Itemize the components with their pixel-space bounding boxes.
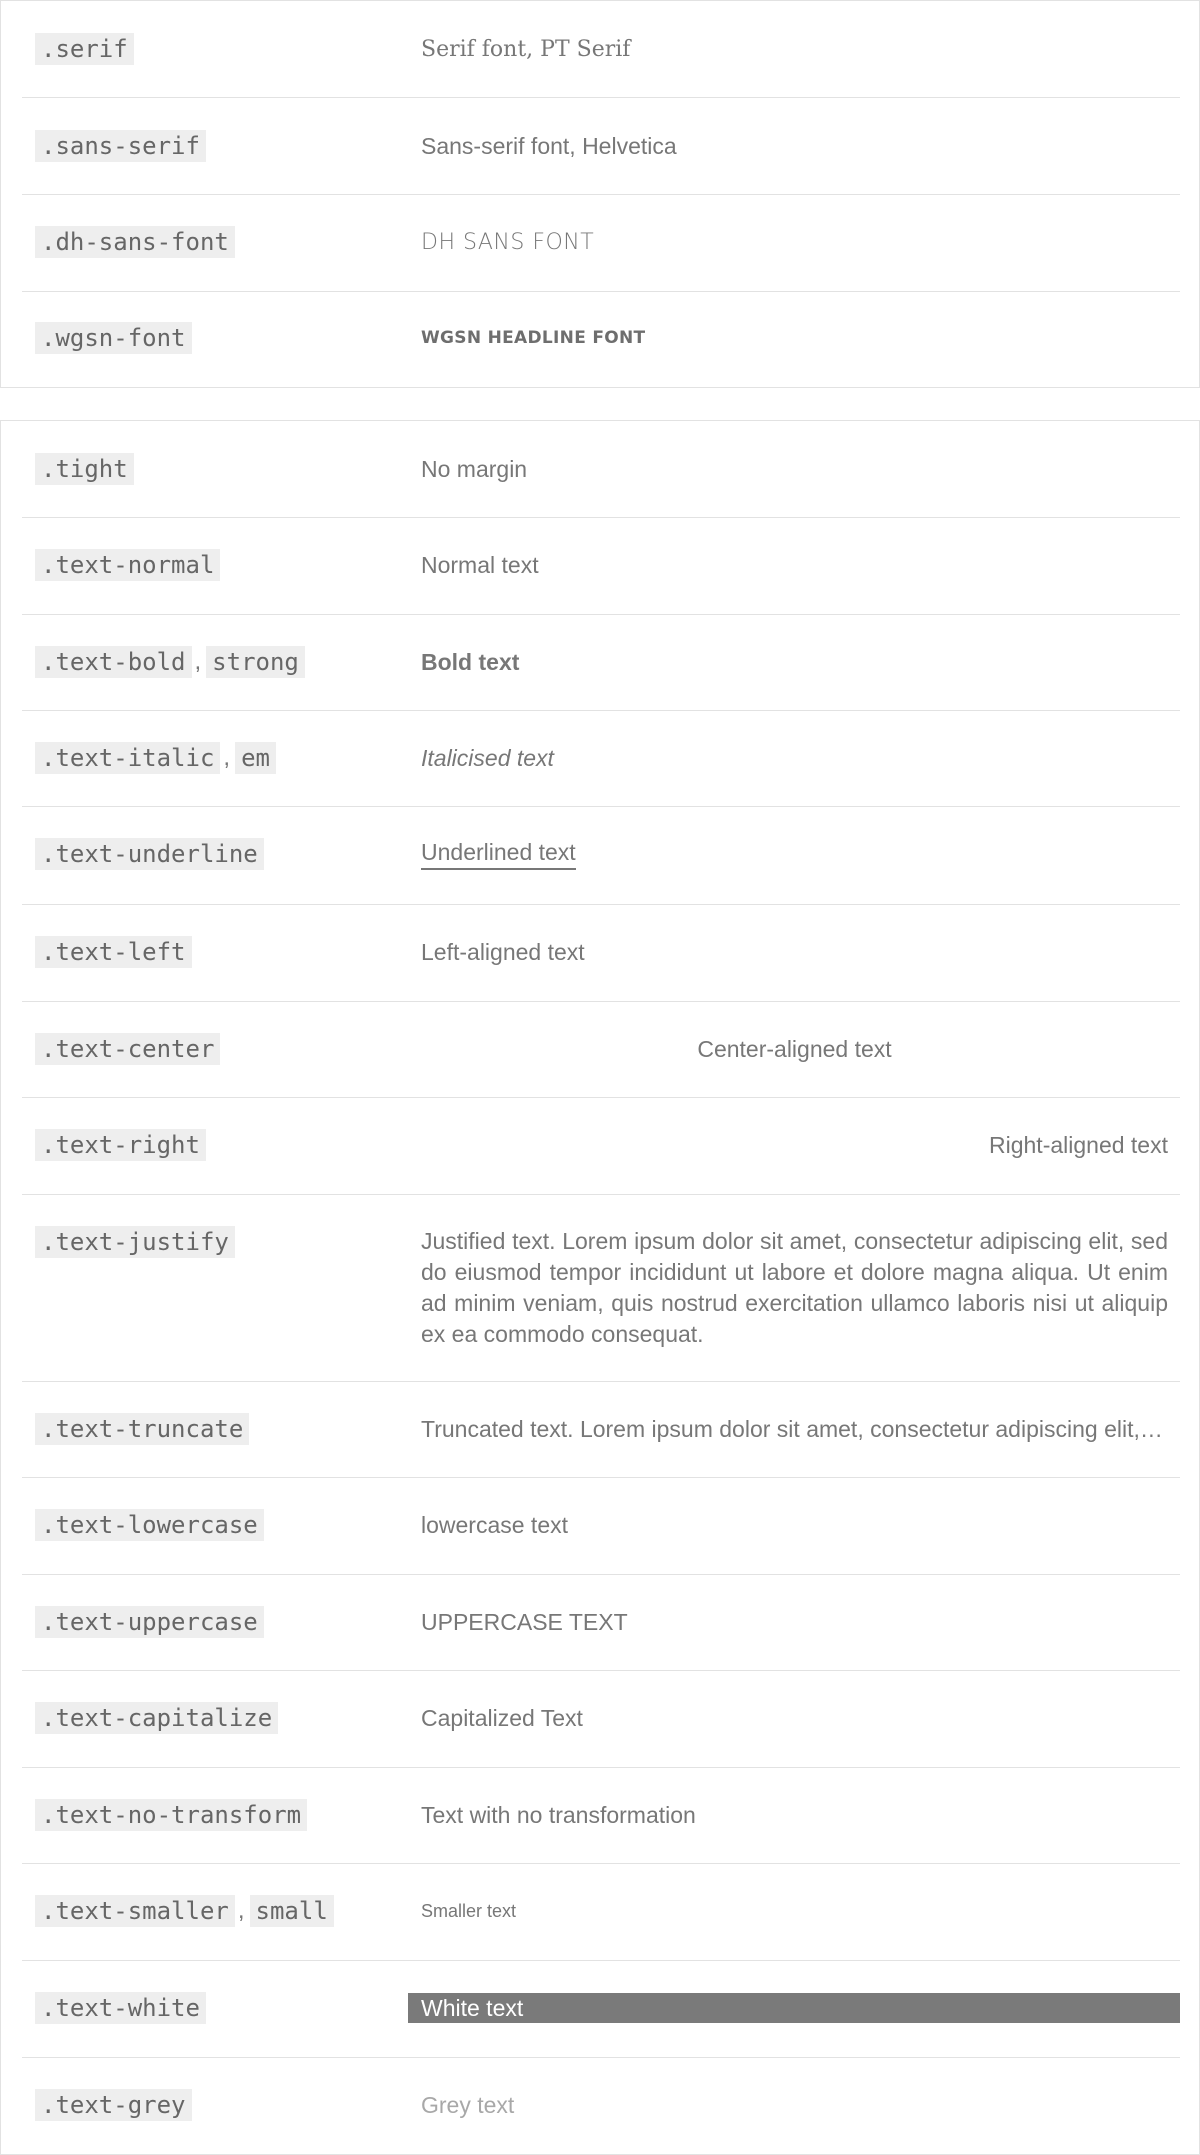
demo-text: Justified text. Lorem ipsum dolor sit am… xyxy=(421,1228,1168,1347)
class-name: .text-center xyxy=(35,1033,221,1065)
utility-row-text-justify: .text-justify Justified text. Lorem ipsu… xyxy=(22,1194,1180,1381)
class-name: .text-justify xyxy=(35,1226,235,1258)
separator: , xyxy=(223,744,231,771)
class-name: .text-no-transform xyxy=(35,1799,308,1831)
class-name: .text-capitalize xyxy=(35,1702,279,1734)
demo-text: Truncated text. Lorem ipsum dolor sit am… xyxy=(421,1415,1168,1442)
demo-text: Bold text xyxy=(421,648,520,675)
demo-text: Underlined text xyxy=(421,839,576,870)
class-name: .sans-serif xyxy=(35,130,206,162)
tag-name: strong xyxy=(206,646,305,678)
class-name: .text-truncate xyxy=(35,1413,250,1445)
class-name: .text-right xyxy=(35,1129,206,1161)
class-name: .wgsn-font xyxy=(35,322,192,354)
demo-text: Smaller text xyxy=(421,1900,517,1921)
class-name: .text-left xyxy=(35,936,192,968)
class-name: .text-grey xyxy=(35,2089,192,2121)
text-utilities-card: .tight No margin .text-normal Normal tex… xyxy=(0,420,1200,2155)
demo-text: Serif font, PT Serif xyxy=(421,36,631,62)
demo-text: Right-aligned text xyxy=(989,1131,1168,1158)
class-name: .text-bold xyxy=(35,646,192,678)
class-name: .text-underline xyxy=(35,838,264,870)
demo-text: Sans-serif font, Helvetica xyxy=(421,132,677,159)
demo-text: Left-aligned text xyxy=(421,938,585,965)
tag-name: em xyxy=(235,742,276,774)
demo-text: UPPERCASE TEXT xyxy=(421,1608,628,1635)
class-name: .text-italic xyxy=(35,742,221,774)
demo-text: Text with no transformation xyxy=(421,1801,696,1828)
separator: , xyxy=(237,1897,245,1924)
demo-text: White text xyxy=(408,1993,1180,2023)
demo-text: Capitalized Text xyxy=(421,1704,583,1731)
class-name: .text-normal xyxy=(35,549,221,581)
demo-text: lowercase text xyxy=(421,1511,569,1538)
demo-text: Center-aligned text xyxy=(697,1035,892,1062)
font-styles-card: .serif Serif font, PT Serif .sans-serif … xyxy=(0,0,1200,388)
demo-text: Normal text xyxy=(421,551,539,578)
class-name: .serif xyxy=(35,33,134,65)
class-name: .text-smaller xyxy=(35,1895,235,1927)
class-name: .text-uppercase xyxy=(35,1606,264,1638)
tag-name: small xyxy=(249,1895,334,1927)
separator: , xyxy=(194,648,202,675)
class-name: .text-lowercase xyxy=(35,1509,264,1541)
demo-text: Italicised text xyxy=(421,744,554,771)
demo-text: WGSN HEADLINE FONT xyxy=(421,328,646,348)
class-name: .dh-sans-font xyxy=(35,226,235,258)
demo-text: No margin xyxy=(421,455,528,482)
class-name: .tight xyxy=(35,453,134,485)
demo-text: DH SANS FONT xyxy=(421,229,595,255)
class-name: .text-white xyxy=(35,1992,206,2024)
demo-text: Grey text xyxy=(421,2091,515,2118)
